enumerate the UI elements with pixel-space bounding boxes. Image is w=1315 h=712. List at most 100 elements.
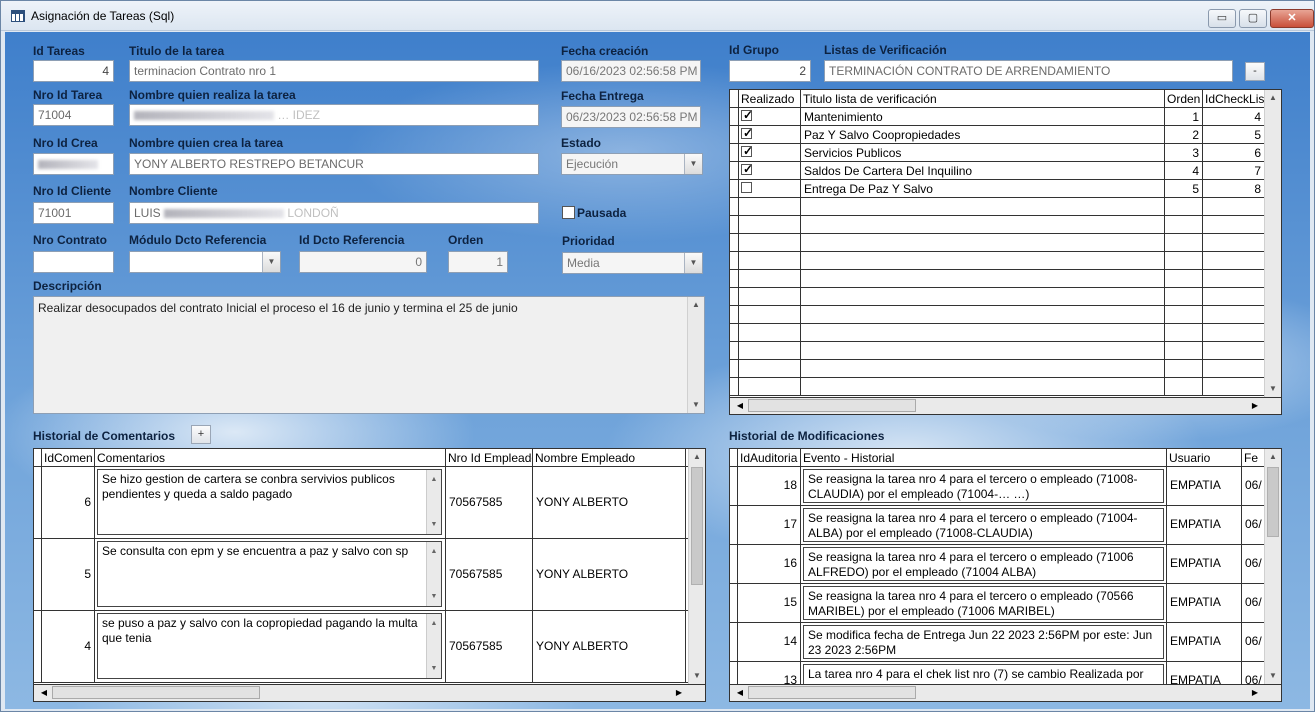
realizado-checkbox[interactable] — [741, 144, 753, 158]
row-selector[interactable] — [730, 545, 738, 584]
row-selector[interactable] — [730, 108, 739, 126]
descripcion-textarea[interactable]: Realizar desocupados del contrato Inicia… — [33, 296, 705, 414]
nro-contrato-field[interactable] — [33, 251, 114, 273]
col-realizado[interactable]: Realizado — [739, 90, 801, 108]
close-button[interactable]: ✕ — [1270, 9, 1314, 28]
id-grupo-field[interactable]: 2 — [729, 60, 811, 82]
row-selector[interactable] — [730, 126, 739, 144]
scroll-down-icon[interactable]: ▼ — [688, 397, 704, 413]
comentario-memo[interactable]: se puso a paz y salvo con la copropiedad… — [97, 613, 442, 679]
row-selector[interactable] — [730, 198, 739, 216]
row-selector[interactable] — [730, 180, 739, 198]
col-orden[interactable]: Orden — [1165, 90, 1203, 108]
realizado-checkbox[interactable] — [741, 162, 753, 176]
col-nombre-empleado[interactable]: Nombre Empleado — [533, 449, 686, 467]
col-idchecklis[interactable]: IdCheckLis — [1203, 90, 1265, 108]
row-selector[interactable] — [730, 234, 739, 252]
col-idcomen[interactable]: IdComen — [42, 449, 95, 467]
row-selector[interactable] — [730, 324, 739, 342]
scroll-thumb[interactable] — [748, 686, 916, 699]
nro-id-crea-field[interactable] — [33, 153, 114, 175]
memo-scrollbar[interactable]: ▲ ▼ — [426, 614, 441, 678]
scroll-up-icon[interactable]: ▲ — [1265, 449, 1281, 465]
memo-scrollbar[interactable]: ▲ ▼ — [426, 542, 441, 606]
maximize-button[interactable]: ▢ — [1239, 9, 1267, 28]
row-selector[interactable] — [730, 144, 739, 162]
checklist-hscroll[interactable]: ◀ ▶ — [730, 397, 1281, 414]
descripcion-scrollbar[interactable]: ▲ ▼ — [687, 297, 704, 413]
col-comentarios[interactable]: Comentarios — [95, 449, 446, 467]
evento-memo[interactable]: Se reasigna la tarea nro 4 para el terce… — [803, 508, 1164, 542]
pausada-checkbox[interactable] — [562, 206, 575, 219]
scroll-up-icon[interactable]: ▲ — [427, 544, 441, 559]
row-selector[interactable] — [730, 342, 739, 360]
row-selector[interactable] — [730, 467, 738, 506]
fecha-creacion-field[interactable]: 06/16/2023 02:56:58 PM — [561, 60, 701, 82]
scroll-right-icon[interactable]: ▶ — [1247, 685, 1263, 701]
scroll-thumb[interactable] — [691, 467, 703, 585]
scroll-thumb[interactable] — [52, 686, 260, 699]
chevron-down-icon[interactable]: ▼ — [684, 253, 702, 273]
row-selector[interactable] — [34, 611, 42, 683]
scroll-up-icon[interactable]: ▲ — [689, 449, 705, 465]
estado-select[interactable]: Ejecución ▼ — [561, 153, 703, 175]
scroll-down-icon[interactable]: ▼ — [689, 668, 705, 684]
row-selector[interactable] — [730, 584, 738, 623]
realizado-checkbox[interactable] — [741, 182, 752, 193]
id-dcto-field[interactable]: 0 — [299, 251, 427, 273]
scroll-left-icon[interactable]: ◀ — [732, 685, 748, 701]
comentarios-grid[interactable]: IdComen Comentarios Nro Id Empleado Nomb… — [33, 448, 706, 702]
evento-memo[interactable]: Se reasigna la tarea nro 4 para el terce… — [803, 469, 1164, 503]
nombre-realiza-field[interactable]: … IDEZ — [129, 104, 539, 126]
id-tareas-field[interactable]: 4 — [33, 60, 114, 82]
row-selector[interactable] — [730, 306, 739, 324]
scroll-right-icon[interactable]: ▶ — [1247, 398, 1263, 414]
scroll-up-icon[interactable]: ▲ — [427, 616, 441, 631]
nombre-cliente-field[interactable]: LUIS LONDOÑ — [129, 202, 539, 224]
modulo-select[interactable]: ▼ — [129, 251, 281, 273]
realizado-checkbox[interactable] — [741, 108, 753, 122]
scroll-down-icon[interactable]: ▼ — [427, 589, 441, 604]
modificaciones-grid[interactable]: IdAuditoria Evento - Historial Usuario F… — [729, 448, 1282, 702]
prioridad-select[interactable]: Media ▼ — [562, 252, 703, 274]
col-evento[interactable]: Evento - Historial — [801, 449, 1167, 467]
row-selector[interactable] — [730, 216, 739, 234]
row-selector[interactable] — [730, 506, 738, 545]
orden-field[interactable]: 1 — [448, 251, 508, 273]
scroll-thumb[interactable] — [748, 399, 916, 412]
row-selector[interactable] — [730, 360, 739, 378]
chevron-down-icon[interactable]: ▼ — [684, 154, 702, 174]
evento-memo[interactable]: Se reasigna la tarea nro 4 para el terce… — [803, 547, 1164, 581]
col-idauditoria[interactable]: IdAuditoria — [738, 449, 801, 467]
chevron-down-icon[interactable]: ▼ — [262, 252, 280, 272]
title-bar[interactable]: Asignación de Tareas (Sql) ▭ ▢ ✕ — [1, 1, 1314, 31]
scroll-down-icon[interactable]: ▼ — [427, 661, 441, 676]
evento-memo[interactable]: Se reasigna la tarea nro 4 para el terce… — [803, 586, 1164, 620]
comentarios-vscroll[interactable]: ▲ ▼ — [688, 449, 705, 684]
listas-button[interactable]: - — [1245, 62, 1265, 81]
nro-id-cliente-field[interactable]: 71001 — [33, 202, 114, 224]
row-selector[interactable] — [34, 539, 42, 611]
fecha-entrega-field[interactable]: 06/23/2023 02:56:58 PM — [561, 106, 701, 128]
checklist-grid[interactable]: Realizado Titulo lista de verificación O… — [729, 89, 1282, 415]
row-selector[interactable] — [730, 162, 739, 180]
scroll-left-icon[interactable]: ◀ — [732, 398, 748, 414]
col-fe[interactable]: Fe — [1242, 449, 1265, 467]
scroll-up-icon[interactable]: ▲ — [1265, 90, 1281, 106]
comentario-memo[interactable]: Se hizo gestion de cartera se conbra ser… — [97, 469, 442, 535]
scroll-up-icon[interactable]: ▲ — [427, 472, 441, 487]
modificaciones-vscroll[interactable]: ▲ ▼ — [1264, 449, 1281, 684]
comentarios-hscroll[interactable]: ◀ ▶ — [34, 684, 705, 701]
scroll-down-icon[interactable]: ▼ — [427, 517, 441, 532]
minimize-button[interactable]: ▭ — [1208, 9, 1236, 28]
scroll-left-icon[interactable]: ◀ — [36, 685, 52, 701]
scroll-thumb[interactable] — [1267, 467, 1279, 537]
row-selector[interactable] — [34, 467, 42, 539]
nombre-crea-field[interactable]: YONY ALBERTO RESTREPO BETANCUR — [129, 153, 539, 175]
row-selector[interactable] — [730, 252, 739, 270]
listas-field[interactable]: TERMINACIÓN CONTRATO DE ARRENDAMIENTO — [824, 60, 1233, 82]
comentario-memo[interactable]: Se consulta con epm y se encuentra a paz… — [97, 541, 442, 607]
evento-memo[interactable]: Se modifica fecha de Entrega Jun 22 2023… — [803, 625, 1164, 659]
scroll-down-icon[interactable]: ▼ — [1265, 668, 1281, 684]
add-comment-button[interactable]: + — [191, 425, 211, 444]
